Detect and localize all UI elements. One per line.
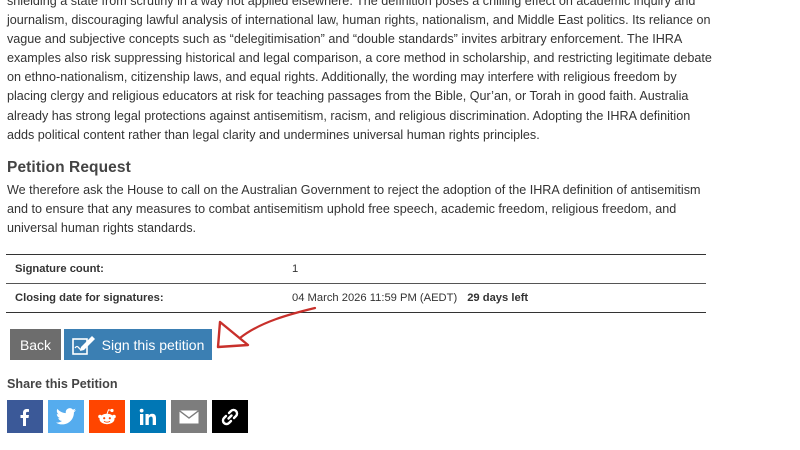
closing-date-cell: 04 March 2026 11:59 PM (AEDT) 29 days lef… <box>283 283 706 313</box>
twitter-icon <box>56 408 76 425</box>
share-twitter-button[interactable] <box>48 400 84 433</box>
signature-count-label: Signature count: <box>6 254 283 284</box>
share-linkedin-button[interactable] <box>130 400 166 433</box>
days-left: 29 days left <box>467 292 529 304</box>
share-copy-link-button[interactable] <box>212 400 248 433</box>
back-button[interactable]: Back <box>10 329 61 360</box>
signature-count-row: Signature count: 1 <box>6 254 706 284</box>
petition-request-heading: Petition Request <box>7 159 131 176</box>
share-reddit-button[interactable] <box>89 400 125 433</box>
linkedin-icon <box>139 408 156 425</box>
reddit-icon <box>98 408 116 424</box>
share-email-button[interactable] <box>171 400 207 433</box>
share-buttons <box>7 400 248 433</box>
intro-paragraph: shielding a state from scrutiny in a way… <box>7 0 712 142</box>
signature-count-value: 1 <box>283 254 706 284</box>
petition-request-text: We therefore ask the House to call on th… <box>7 183 701 236</box>
annotation-arrow-icon <box>216 306 317 349</box>
email-icon <box>179 409 199 423</box>
closing-date-row: Closing date for signatures: 04 March 20… <box>6 283 706 313</box>
sign-petition-label: Sign this petition <box>101 336 205 353</box>
sign-petition-button[interactable]: Sign this petition <box>64 329 212 360</box>
petition-details-table: Signature count: 1 Closing date for sign… <box>6 254 706 313</box>
sign-pen-icon <box>71 335 95 355</box>
link-icon <box>221 408 239 425</box>
share-facebook-button[interactable] <box>7 400 43 433</box>
facebook-icon <box>20 408 29 426</box>
share-heading: Share this Petition <box>7 377 118 391</box>
